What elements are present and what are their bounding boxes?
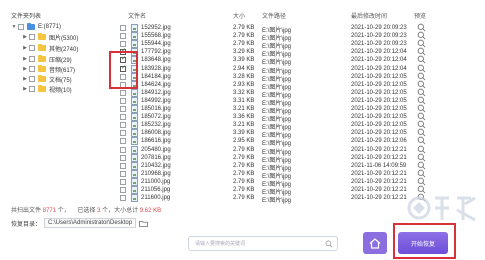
column-header-size[interactable]: 大小 [233, 11, 245, 20]
tree-item-label: E:(8771) [38, 24, 62, 30]
folder-tree-title: 文件夹列表 [11, 14, 42, 20]
file-table: 文件名 大小 文件路径 最后修改时间 预览 152952.jpg 2.79 KB E… [120, 0, 445, 205]
table-row[interactable]: 211600.jpg 2.79 KB E:\图片\jpg 2021-10-29 20:… [120, 192, 440, 204]
home-icon [369, 237, 381, 249]
expand-icon[interactable]: ▶ [22, 45, 28, 51]
image-file-icon [131, 194, 138, 203]
column-header-name[interactable]: 文件名 [128, 11, 146, 20]
tree-item-archive[interactable]: ▶ 压缩(29) [22, 54, 72, 64]
drive-icon [27, 23, 35, 30]
total-count: 8771 [42, 208, 57, 214]
tree-checkbox[interactable] [29, 56, 35, 62]
selected-unit: 个，大小总计 [102, 208, 139, 214]
expand-icon[interactable]: ▶ [22, 34, 28, 40]
file-path: E:\图片\jpg [262, 198, 292, 205]
search-input[interactable] [189, 237, 319, 250]
selected-label: 已选择 [77, 208, 96, 214]
magnifier-icon[interactable] [417, 193, 426, 202]
tree-item-label: 压缩(29) [49, 57, 72, 64]
home-button[interactable] [363, 232, 387, 254]
total-unit: 个， [57, 208, 70, 214]
recover-directory: 恢复目录： C:\Users\Administrator\Desktop [11, 218, 148, 228]
tree-item-images[interactable]: ▶ 图片(5300) [22, 32, 78, 42]
column-header-preview: 预览 [414, 14, 427, 20]
folder-tree-panel: 文件夹列表 ▼ E:(8771) ▶ 图片(5300) ▶ 其他(2740) ▶… [0, 0, 118, 200]
column-header-time[interactable]: 最后修改时间 [351, 11, 387, 20]
search-box[interactable] [188, 236, 338, 251]
tree-checkbox[interactable] [29, 66, 35, 72]
scan-summary: 共扫出文件 8771 个， 已选择 3 个，大小总计 9.62 KB [11, 205, 161, 214]
tree-item-video[interactable]: ▶ 视频(10) [22, 84, 72, 94]
row-checkbox[interactable] [120, 195, 126, 202]
recover-label: 恢复目录： [11, 221, 42, 228]
tree-checkbox[interactable] [29, 76, 35, 82]
selected-size: 9.62 KB [139, 208, 162, 214]
selected-count: 3 [97, 208, 101, 214]
expand-icon[interactable]: ▶ [22, 56, 28, 62]
search-icon[interactable] [325, 240, 333, 248]
tree-item-label: 视频(10) [49, 87, 72, 94]
expand-icon[interactable]: ▶ [22, 86, 28, 92]
file-size: 2.79 KB [233, 195, 255, 202]
browse-folder-icon[interactable] [139, 220, 148, 227]
recover-path-field[interactable]: C:\Users\Administrator\Desktop [44, 218, 137, 228]
tree-item-label: 图片(5300) [49, 35, 79, 42]
folder-icon [38, 85, 46, 92]
folder-icon [38, 33, 46, 40]
tree-item-other[interactable]: ▶ 其他(2740) [22, 43, 78, 53]
tree-checkbox[interactable] [29, 34, 35, 40]
total-label: 共扫出文件 [11, 208, 42, 214]
collapse-icon[interactable]: ▼ [11, 24, 17, 30]
tree-item-label: 文档(75) [49, 77, 72, 84]
tree-checkbox[interactable] [29, 45, 35, 51]
expand-icon[interactable]: ▶ [22, 76, 28, 82]
folder-icon [38, 55, 46, 62]
folder-icon [38, 75, 46, 82]
folder-icon [38, 44, 46, 51]
tree-item-label: 其他(2740) [49, 46, 79, 53]
tree-checkbox[interactable] [29, 86, 35, 92]
tree-item-audio[interactable]: ▶ 音频(617) [22, 64, 75, 74]
file-name: 211600.jpg [141, 195, 171, 202]
file-modified-time: 2021-10-29 20:12:21 [351, 195, 407, 202]
tree-checkbox[interactable] [18, 24, 24, 30]
expand-icon[interactable]: ▶ [22, 66, 28, 72]
tree-item-docs[interactable]: ▶ 文档(75) [22, 74, 72, 84]
folder-icon [38, 65, 46, 72]
column-header-path[interactable]: 文件路径 [262, 11, 286, 20]
start-recovery-button[interactable]: 开始恢复 [398, 232, 448, 254]
tree-item-root[interactable]: ▼ E:(8771) [11, 22, 61, 32]
tree-item-label: 音频(617) [49, 67, 76, 74]
